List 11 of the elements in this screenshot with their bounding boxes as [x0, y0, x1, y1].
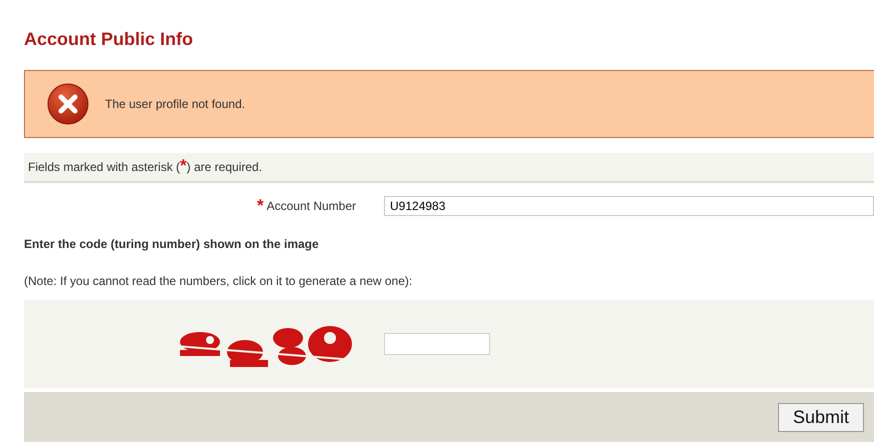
required-note: Fields marked with asterisk (*) are required. — [28, 160, 262, 174]
submit-button[interactable]: Submit — [778, 402, 864, 432]
page-title: Account Public Info — [24, 28, 194, 51]
field-label: Account Number — [266, 199, 356, 213]
captcha-heading: Enter the code (turing number) shown on the image — [24, 237, 320, 251]
required-asterisk: * — [257, 200, 264, 212]
captcha-field[interactable] — [384, 333, 490, 355]
error-icon — [47, 83, 89, 125]
error-message: The user profile not found. — [105, 97, 246, 111]
account-number-field[interactable]: U9124983 — [384, 196, 874, 216]
captcha-note: (Note: If you cannot read the numbers, click on it to generate a new one): — [24, 274, 414, 288]
